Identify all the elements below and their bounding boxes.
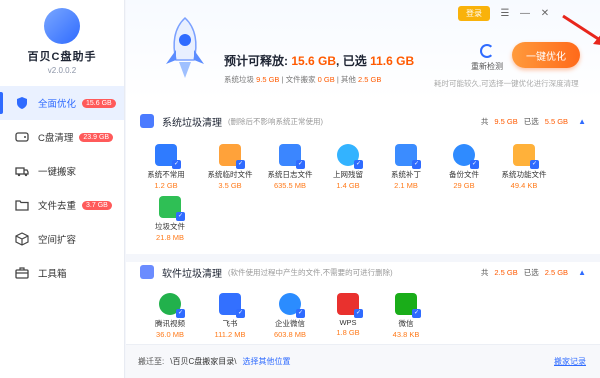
main-panel: 预计可释放: 15.6 GB, 已选 11.6 GB 系统垃圾 9.5 GB |… [126, 0, 600, 378]
sidebar-item-c-clean[interactable]: C盘清理 23.9 GB [0, 120, 124, 154]
item-name: 飞书 [222, 319, 238, 328]
sidebar-item-label: 文件去重 [38, 201, 77, 212]
sidebar-item-label: C盘清理 [38, 133, 74, 144]
checkbox-icon[interactable]: ✓ [176, 309, 185, 318]
sidebar-item-label: 工具箱 [38, 269, 67, 280]
sidebar-badge: 15.6 GB [82, 98, 116, 108]
folder-icon [14, 197, 30, 213]
broom-icon [44, 8, 80, 44]
sidebar: 百贝C盘助手 v2.0.0.2 全面优化 15.6 GB C盘清理 23.9 G… [0, 0, 125, 378]
choose-location-link[interactable]: 选择其他位置 [242, 356, 290, 367]
sidebar-item-label: 一键搬家 [38, 167, 77, 178]
checkbox-icon[interactable]: ✓ [354, 309, 363, 318]
sidebar-badge: 3.7 GB [82, 200, 112, 210]
item-name: 企业微信 [275, 319, 305, 328]
software-item-wps[interactable]: ✓ WPS 1.8 GB [318, 293, 378, 337]
truck-icon [14, 163, 30, 179]
sidebar-item-expand[interactable]: 空间扩容 [0, 222, 124, 256]
app-title: 百贝C盘助手 [27, 51, 97, 63]
move-target-bar: 搬迁至: \百贝C盘搬家目录\ 选择其他位置 搬家记录 [126, 344, 600, 378]
move-records-link[interactable]: 搬家记录 [554, 356, 586, 367]
sidebar-badge: 23.9 GB [79, 132, 114, 142]
drive-icon [14, 129, 30, 145]
wps-icon: ✓ [337, 293, 363, 318]
sidebar-item-dedupe[interactable]: 文件去重 3.7 GB [0, 188, 124, 222]
sidebar-item-toolbox[interactable]: 工具箱 [0, 256, 124, 290]
sidebar-item-label: 全面优化 [38, 99, 77, 110]
sidebar-item-move[interactable]: 一键搬家 [0, 154, 124, 188]
shield-icon [14, 95, 30, 111]
move-target-path: \百贝C盘搬家目录\ [170, 357, 237, 366]
move-target-label: 搬迁至: [138, 357, 165, 366]
item-size: 603.8 MB [273, 330, 307, 339]
sidebar-item-label: 空间扩容 [38, 235, 77, 246]
tencent-video-icon: ✓ [159, 293, 185, 318]
cube-icon [14, 231, 30, 247]
feishu-icon: ✓ [219, 293, 245, 318]
software-item-tencent-video[interactable]: ✓ 腾讯视频 36.0 MB [140, 293, 200, 339]
item-name: WPS [339, 318, 357, 327]
wework-icon: ✓ [279, 293, 305, 318]
sidebar-item-full-optimize[interactable]: 全面优化 15.6 GB [0, 86, 124, 120]
software-item-wechat[interactable]: ✓ 微信 43.8 KB [376, 293, 436, 339]
checkbox-icon[interactable]: ✓ [296, 309, 305, 318]
wechat-icon: ✓ [395, 293, 421, 318]
item-name: 腾讯视频 [155, 319, 185, 328]
item-name: 微信 [398, 319, 414, 328]
software-item-feishu[interactable]: ✓ 飞书 111.2 MB [200, 293, 260, 339]
item-size: 43.8 KB [392, 330, 420, 339]
checkbox-icon[interactable]: ✓ [412, 309, 421, 318]
app-version: v2.0.0.2 [47, 66, 77, 75]
software-item-wework[interactable]: ✓ 企业微信 603.8 MB [260, 293, 320, 339]
item-size: 36.0 MB [156, 330, 184, 339]
software-junk-items: ✓ 腾讯视频 36.0 MB ✓ 飞书 111.2 MB ✓ 企业微信 603.… [126, 0, 600, 344]
app-logo-area: 百贝C盘助手 v2.0.0.2 [0, 0, 124, 80]
item-size: 1.8 GB [336, 328, 360, 337]
checkbox-icon[interactable]: ✓ [236, 309, 245, 318]
toolbox-icon [14, 265, 30, 281]
item-size: 111.2 MB [214, 330, 246, 339]
